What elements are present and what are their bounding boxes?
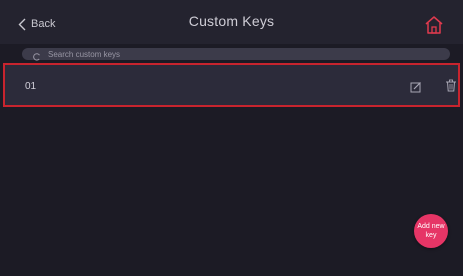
header-bar: Back Custom Keys [0,0,463,44]
custom-key-list: 01 [0,63,463,107]
list-item[interactable]: 01 [3,63,460,107]
search-icon [32,49,42,61]
edit-icon [410,82,421,93]
custom-keys-screen: Back Custom Keys 01 [0,0,463,276]
delete-button[interactable] [445,79,457,92]
trash-icon [446,79,456,92]
home-button[interactable] [424,15,444,35]
home-icon [425,16,443,34]
page-title: Custom Keys [188,13,275,29]
key-name: 01 [25,81,37,92]
edit-button[interactable] [410,80,422,93]
add-new-key-button[interactable]: Add new key [414,214,448,248]
search-input[interactable] [48,48,428,60]
add-new-key-label: Add new key [417,223,445,239]
search-bar[interactable] [22,48,450,61]
